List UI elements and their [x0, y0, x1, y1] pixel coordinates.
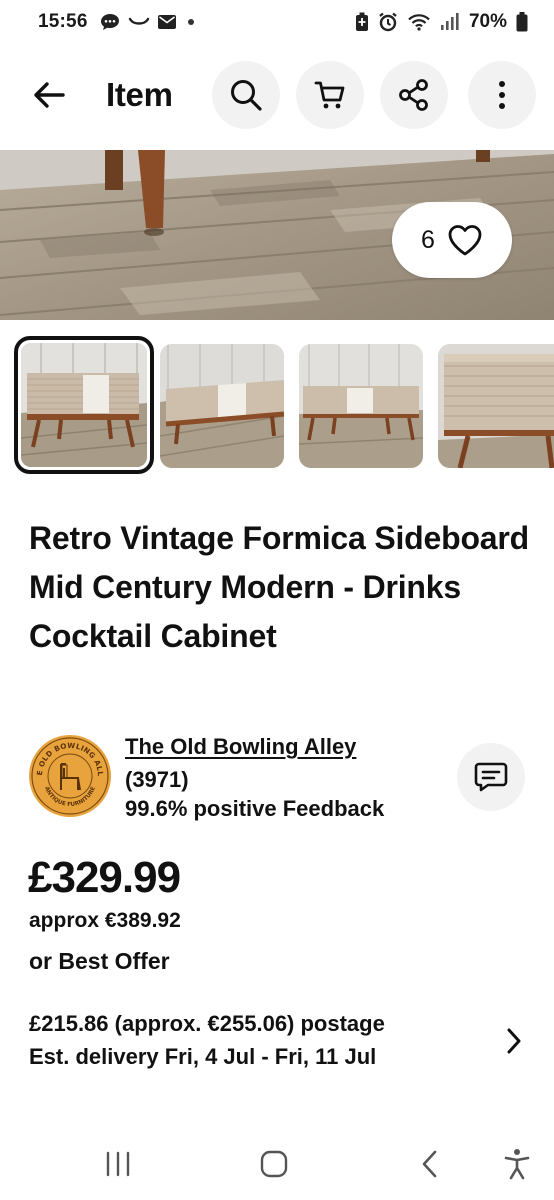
message-icon	[474, 762, 508, 792]
more-options-button[interactable]	[468, 61, 536, 129]
battery-icon	[516, 12, 528, 32]
watch-count: 6	[421, 225, 435, 254]
status-bar: 15:56 70%	[0, 0, 554, 44]
shipping-section[interactable]: £215.86 (approx. €255.06) postage Est. d…	[29, 1007, 385, 1073]
seller-rating-count: (3971)	[125, 767, 189, 792]
item-price: £329.99	[28, 853, 181, 902]
watch-button[interactable]: 6	[392, 202, 512, 278]
seller-name-link[interactable]: The Old Bowling Alley	[125, 732, 356, 762]
thumbnail-2[interactable]	[160, 344, 284, 468]
sideboard-thumbnail-image	[299, 344, 423, 468]
search-icon	[231, 80, 262, 111]
dot-icon	[187, 19, 194, 25]
share-icon	[399, 79, 428, 111]
sideboard-thumbnail-image	[21, 343, 147, 467]
back-icon	[422, 1150, 437, 1178]
best-offer-label: or Best Offer	[29, 948, 170, 974]
recents-button[interactable]	[98, 1146, 138, 1182]
accessibility-button[interactable]	[497, 1146, 537, 1182]
back-nav-button[interactable]	[410, 1146, 450, 1182]
thumbnail-selected[interactable]	[14, 336, 154, 474]
signal-icon	[440, 13, 459, 30]
thumbnail-strip	[0, 336, 554, 476]
product-title: Retro Vintage Formica Sideboard Mid Cent…	[29, 520, 529, 654]
chat-bubble-icon	[100, 14, 119, 30]
thumbnail-4[interactable]	[438, 344, 554, 468]
status-time: 15:56	[38, 11, 88, 32]
cart-icon	[314, 81, 345, 109]
more-vertical-icon	[499, 81, 505, 109]
recents-icon	[106, 1151, 130, 1177]
system-nav-bar	[0, 1128, 554, 1200]
thumbnail-3[interactable]	[299, 344, 423, 468]
share-button[interactable]	[380, 61, 448, 129]
seller-logo-image: THE OLD BOWLING ALLEY ANTIQUE FURNITURE	[24, 727, 111, 817]
voicemail-icon	[128, 17, 149, 25]
sideboard-thumbnail-image	[438, 344, 554, 468]
back-button[interactable]	[26, 72, 72, 118]
wifi-icon	[408, 14, 430, 31]
heart-icon	[448, 225, 482, 256]
arrow-left-icon	[34, 82, 65, 108]
alarm-icon	[379, 12, 397, 32]
postage-cost: £215.86 (approx. €255.06) postage	[29, 1011, 385, 1036]
mail-icon	[157, 15, 176, 29]
accessibility-icon	[504, 1149, 530, 1180]
battery-saver-icon	[355, 12, 368, 31]
shipping-details-button[interactable]	[500, 1024, 528, 1058]
message-seller-button[interactable]	[457, 743, 525, 811]
seller-feedback: 99.6% positive Feedback	[125, 796, 385, 821]
seller-logo[interactable]: THE OLD BOWLING ALLEY ANTIQUE FURNITURE	[24, 727, 112, 818]
page-title: Item	[106, 76, 173, 113]
estimated-delivery: Est. delivery Fri, 4 Jul - Fri, 11 Jul	[29, 1044, 377, 1069]
home-icon	[260, 1150, 288, 1178]
approx-price: approx €389.92	[29, 909, 181, 932]
sideboard-thumbnail-image	[160, 344, 284, 468]
app-header: Item	[0, 58, 554, 132]
chevron-right-icon	[507, 1028, 521, 1054]
notification-icons	[100, 13, 198, 31]
cart-button[interactable]	[296, 61, 364, 129]
home-button[interactable]	[254, 1146, 294, 1182]
search-button[interactable]	[212, 61, 280, 129]
battery-percent: 70%	[468, 11, 507, 32]
